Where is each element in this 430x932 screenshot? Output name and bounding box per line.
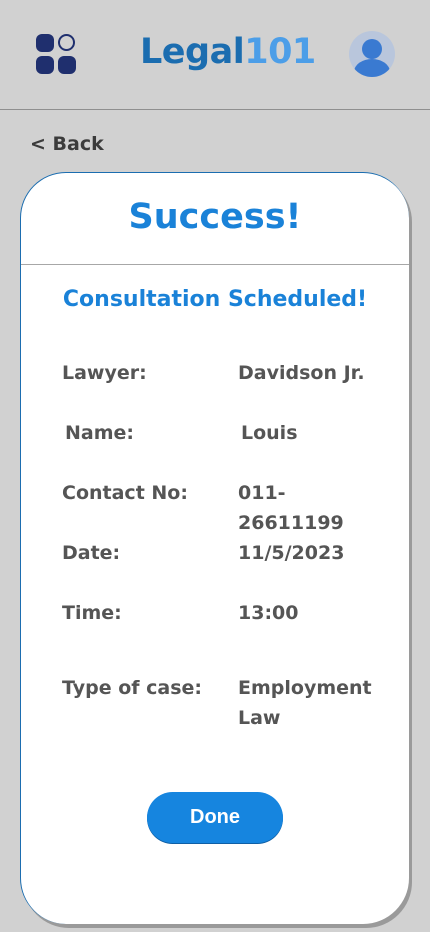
user-avatar-icon[interactable] xyxy=(349,31,395,77)
detail-value-case-type: Employment Law xyxy=(238,677,372,729)
detail-value-contact: 011-26611199 xyxy=(238,482,344,534)
app-logo[interactable]: Legal101 xyxy=(140,32,316,72)
divider xyxy=(21,264,409,265)
detail-label-date: Date: xyxy=(62,542,121,564)
detail-value-time: 13:00 xyxy=(238,602,299,624)
back-link[interactable]: < Back xyxy=(30,133,104,155)
detail-label-time: Time: xyxy=(62,602,122,624)
card-subtitle: Consultation Scheduled! xyxy=(62,287,368,312)
logo-text: Legal xyxy=(140,32,245,72)
detail-label-case-type: Type of case: xyxy=(62,677,203,699)
success-card: Success! Consultation Scheduled! Lawyer:… xyxy=(20,172,409,924)
logo-number: 101 xyxy=(244,32,316,72)
card-title: Success! xyxy=(128,197,302,237)
detail-value-date: 11/5/2023 xyxy=(238,542,345,564)
detail-label-name: Name: xyxy=(65,422,135,444)
detail-value-name: Louis xyxy=(241,422,298,444)
detail-label-lawyer: Lawyer: xyxy=(62,362,147,384)
detail-value-lawyer: Davidson Jr. xyxy=(238,362,365,384)
detail-label-contact: Contact No: xyxy=(62,482,188,504)
done-button[interactable]: Done xyxy=(147,792,283,843)
app-header: Legal101 xyxy=(0,0,430,110)
apps-grid-icon[interactable] xyxy=(36,34,78,76)
